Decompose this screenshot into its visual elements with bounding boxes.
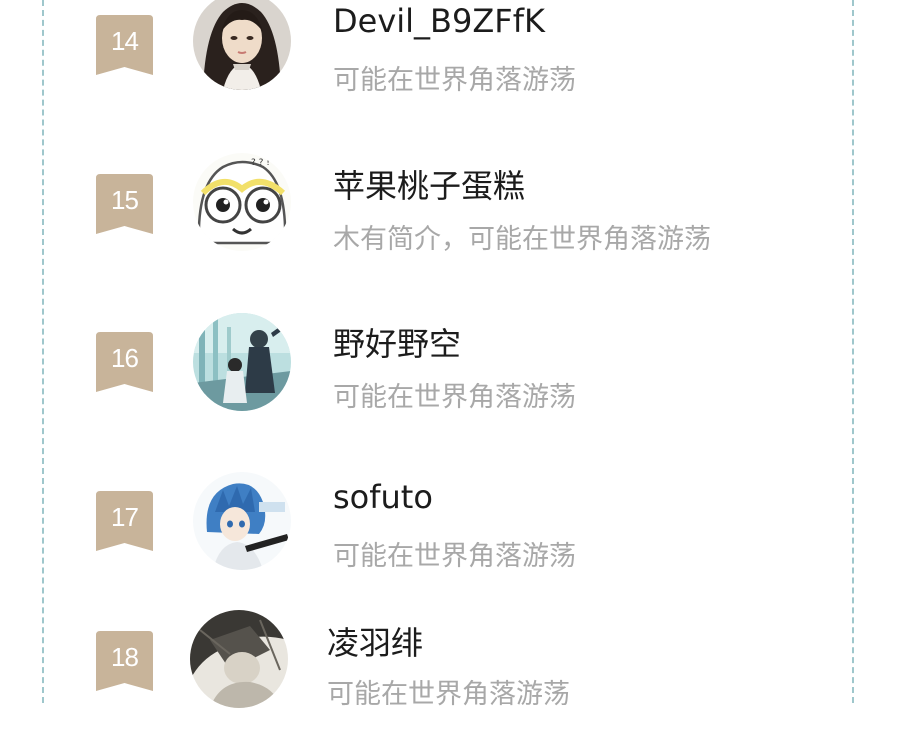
list-item[interactable]: 17 sofuto 可能在世界角落游荡 (0, 466, 900, 596)
user-bio: 木有简介，可能在世界角落游荡 (333, 224, 711, 255)
anime-boy-avatar-icon (193, 472, 291, 570)
avatar[interactable] (193, 313, 291, 411)
user-bio: 可能在世界角落游荡 (333, 541, 576, 572)
user-name[interactable]: 野好野空 (333, 319, 461, 365)
rank-number: 14 (111, 26, 139, 56)
rank-badge: 18 (96, 631, 153, 691)
avatar[interactable] (190, 610, 288, 708)
rank-badge: 16 (96, 332, 153, 392)
list-item[interactable]: 14 Devil_B9ZFfK 可能在世界角落游荡 (0, 0, 900, 120)
rank-number: 18 (111, 642, 139, 672)
list-item[interactable]: 15 ? ? ! 苹果桃子蛋糕 木有简介，可能在世界角落游荡 (0, 149, 900, 279)
rank-badge: 15 (96, 174, 153, 234)
user-bio: 可能在世界角落游荡 (333, 65, 576, 96)
avatar[interactable] (193, 472, 291, 570)
user-bio: 可能在世界角落游荡 (327, 679, 570, 710)
rank-badge: 14 (96, 15, 153, 75)
rank-number: 15 (111, 185, 139, 215)
portrait-avatar-icon (193, 0, 291, 90)
user-name[interactable]: sofuto (333, 478, 433, 516)
sketch-avatar-icon (190, 610, 288, 708)
svg-text:? ? !: ? ? ! (251, 158, 270, 168)
user-name[interactable]: 凌羽绯 (327, 618, 423, 664)
list-item[interactable]: 18 凌羽绯 可能在世界角落游荡 (0, 606, 900, 736)
rank-number: 17 (111, 502, 139, 532)
cartoon-face-avatar-icon: ? ? ! (193, 153, 291, 251)
avatar[interactable] (193, 0, 291, 90)
ranking-list: 14 Devil_B9ZFfK 可能在世界角落游荡 15 ? ? ! 苹果桃子蛋… (0, 0, 900, 710)
user-bio: 可能在世界角落游荡 (333, 382, 576, 413)
anime-scene-avatar-icon (193, 313, 291, 411)
rank-badge: 17 (96, 491, 153, 551)
user-name[interactable]: 苹果桃子蛋糕 (333, 161, 525, 207)
rank-number: 16 (111, 343, 139, 373)
avatar[interactable]: ? ? ! (193, 153, 291, 251)
list-item[interactable]: 16 野好野空 可能在世界角落游荡 (0, 307, 900, 437)
user-name[interactable]: Devil_B9ZFfK (333, 2, 545, 40)
